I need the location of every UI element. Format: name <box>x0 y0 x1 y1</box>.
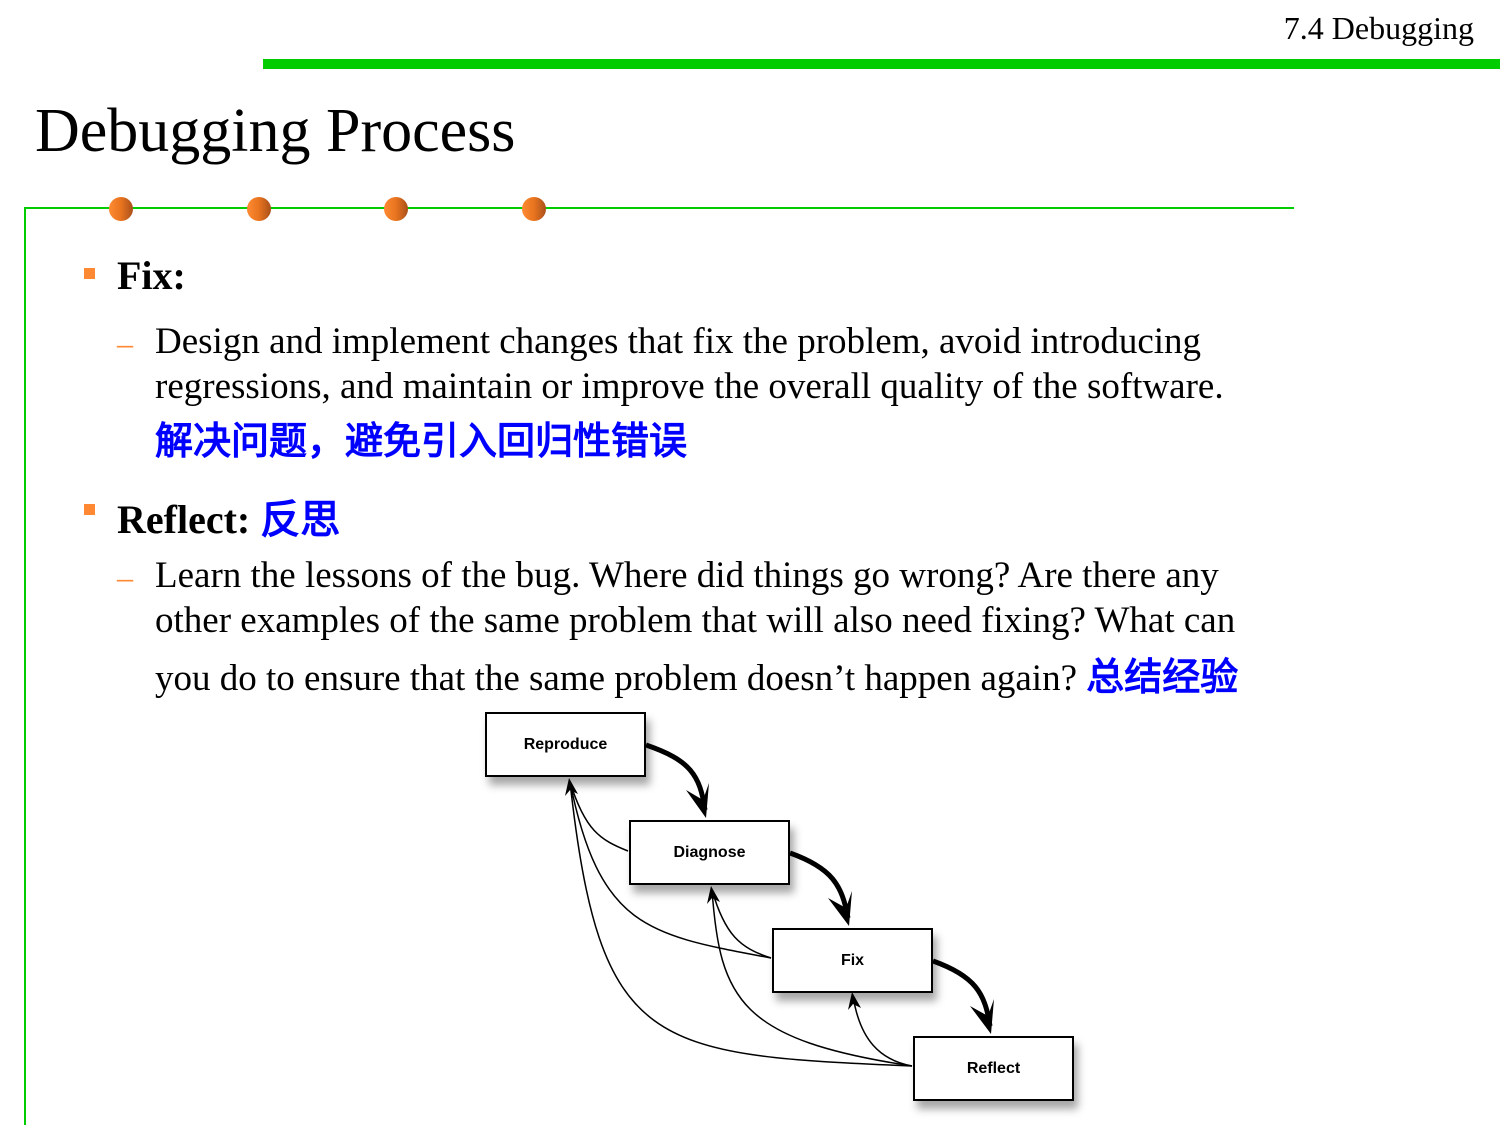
back-arrow <box>852 995 913 1067</box>
arrowhead <box>970 999 994 1034</box>
node-fix: Fix <box>772 928 933 993</box>
node-reproduce: Reproduce <box>485 712 646 777</box>
node-diagnose: Diagnose <box>629 820 790 885</box>
node-reflect: Reflect <box>913 1036 1074 1101</box>
process-arrows <box>565 742 994 1067</box>
